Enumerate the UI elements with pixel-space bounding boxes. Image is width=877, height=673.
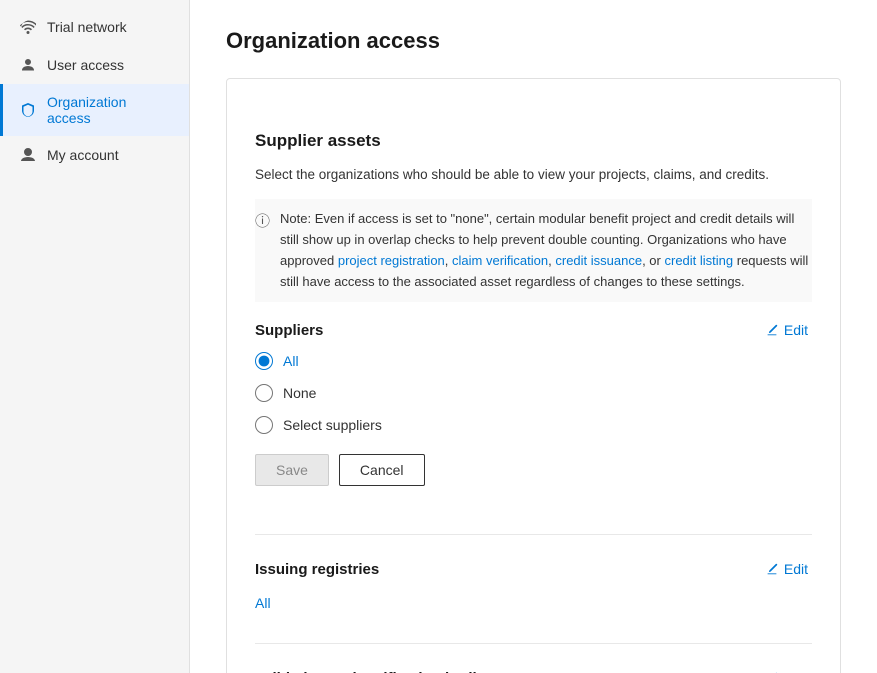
sidebar-item-trial-network[interactable]: Trial network	[0, 8, 189, 46]
sidebar-item-organization-access[interactable]: Organization access	[0, 84, 189, 136]
sidebar-item-my-account[interactable]: My account	[0, 136, 189, 174]
sidebar-label-trial-network: Trial network	[47, 19, 127, 35]
organization-access-card: Supplier assets Select the organizations…	[226, 78, 841, 673]
save-button[interactable]: Save	[255, 454, 329, 486]
issuing-registries-value: All	[255, 591, 812, 619]
radio-none-input[interactable]	[255, 384, 273, 402]
person-icon	[19, 56, 37, 74]
supplier-assets-description: Select the organizations who should be a…	[255, 165, 812, 185]
sidebar-label-user-access: User access	[47, 57, 124, 73]
sidebar: Trial network User access Organization a…	[0, 0, 190, 673]
radio-none-label: None	[283, 385, 316, 401]
action-buttons: Save Cancel	[255, 454, 812, 510]
issuing-registries-title: Issuing registries	[255, 561, 379, 578]
radio-none[interactable]: None	[255, 384, 812, 402]
account-icon	[19, 146, 37, 164]
radio-select-suppliers[interactable]: Select suppliers	[255, 416, 812, 434]
sidebar-label-organization-access: Organization access	[47, 94, 173, 126]
sidebar-label-my-account: My account	[47, 147, 119, 163]
validation-verification-edit-button[interactable]: Edit	[761, 668, 812, 673]
radio-select-label: Select suppliers	[283, 417, 382, 433]
sidebar-item-user-access[interactable]: User access	[0, 46, 189, 84]
supplier-assets-title: Supplier assets	[255, 131, 812, 151]
edit-pencil-icon	[765, 323, 779, 337]
radio-all-label: All	[283, 353, 299, 369]
radio-select-input[interactable]	[255, 416, 273, 434]
note-text: Note: Even if access is set to "none", c…	[280, 209, 812, 292]
suppliers-edit-button[interactable]: Edit	[761, 320, 812, 340]
suppliers-label: Suppliers	[255, 322, 323, 339]
issuing-registries-section: Issuing registries Edit All	[255, 535, 812, 644]
page-title: Organization access	[226, 28, 841, 54]
edit-pencil-icon-2	[765, 562, 779, 576]
issuing-registries-header: Issuing registries Edit	[255, 559, 812, 579]
cancel-button[interactable]: Cancel	[339, 454, 425, 486]
supplier-assets-section: Supplier assets Select the organizations…	[255, 107, 812, 535]
radio-all-input[interactable]	[255, 352, 273, 370]
note-box: ⓘ Note: Even if access is set to "none",…	[255, 199, 812, 302]
validation-verification-header: Validation and verification bodies Edit	[255, 668, 812, 673]
main-content: Organization access Supplier assets Sele…	[190, 0, 877, 673]
info-icon: ⓘ	[255, 210, 270, 292]
radio-all[interactable]: All	[255, 352, 812, 370]
shield-icon	[19, 101, 37, 119]
issuing-registries-edit-button[interactable]: Edit	[761, 559, 812, 579]
wifi-icon	[19, 18, 37, 36]
supplier-radio-group: All None Select suppliers	[255, 352, 812, 434]
suppliers-header: Suppliers Edit	[255, 320, 812, 340]
validation-verification-section: Validation and verification bodies Edit …	[255, 644, 812, 673]
